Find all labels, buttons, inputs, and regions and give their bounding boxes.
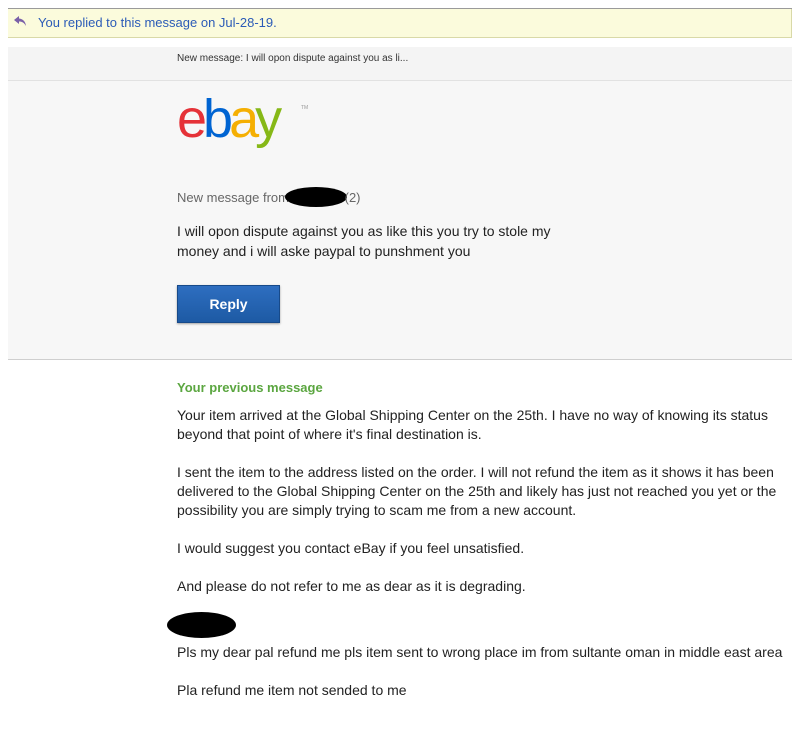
replied-notice-bar: You replied to this message on Jul-28-19… (8, 9, 792, 38)
previous-paragraph-1: Your item arrived at the Global Shipping… (177, 407, 768, 442)
replied-notice-text: You replied to this message on Jul-28-19… (38, 15, 277, 30)
ebay-logo-letters: ebay (177, 91, 282, 149)
previous-paragraph-4: And please do not refer to me as dear as… (177, 578, 526, 594)
earlier-message-line-2: Pla refund me item not sended to me (177, 682, 407, 698)
ebay-logo[interactable]: ebay TM (177, 91, 327, 151)
message-body: I will opon dispute against you as like … (177, 223, 551, 259)
reply-button[interactable]: Reply (177, 285, 280, 323)
logo-letter-b: b (203, 91, 231, 149)
redacted-username-2 (167, 612, 236, 638)
email-preheader: New message: I will opon dispute against… (8, 47, 792, 81)
previous-message-heading: Your previous message (177, 380, 323, 395)
logo-letter-e: e (177, 91, 205, 149)
earlier-message-line-1: Pls my dear pal refund me pls item sent … (177, 644, 783, 660)
previous-paragraph-3: I would suggest you contact eBay if you … (177, 540, 525, 556)
reply-arrow-icon (14, 16, 26, 26)
previous-paragraph-2: I sent the item to the address listed on… (177, 464, 777, 518)
redacted-username (284, 187, 347, 207)
logo-letter-y: y (255, 91, 282, 149)
sender-prefix: New message from (177, 190, 289, 205)
logo-trademark: TM (301, 105, 308, 111)
new-message-card: ebay TM New message from (2) I will opon… (8, 81, 792, 360)
sender-feedback-score: (2) (344, 190, 361, 205)
message-sender-line: New message from (2) (177, 187, 361, 207)
preheader-text: New message: I will opon dispute against… (177, 53, 409, 64)
